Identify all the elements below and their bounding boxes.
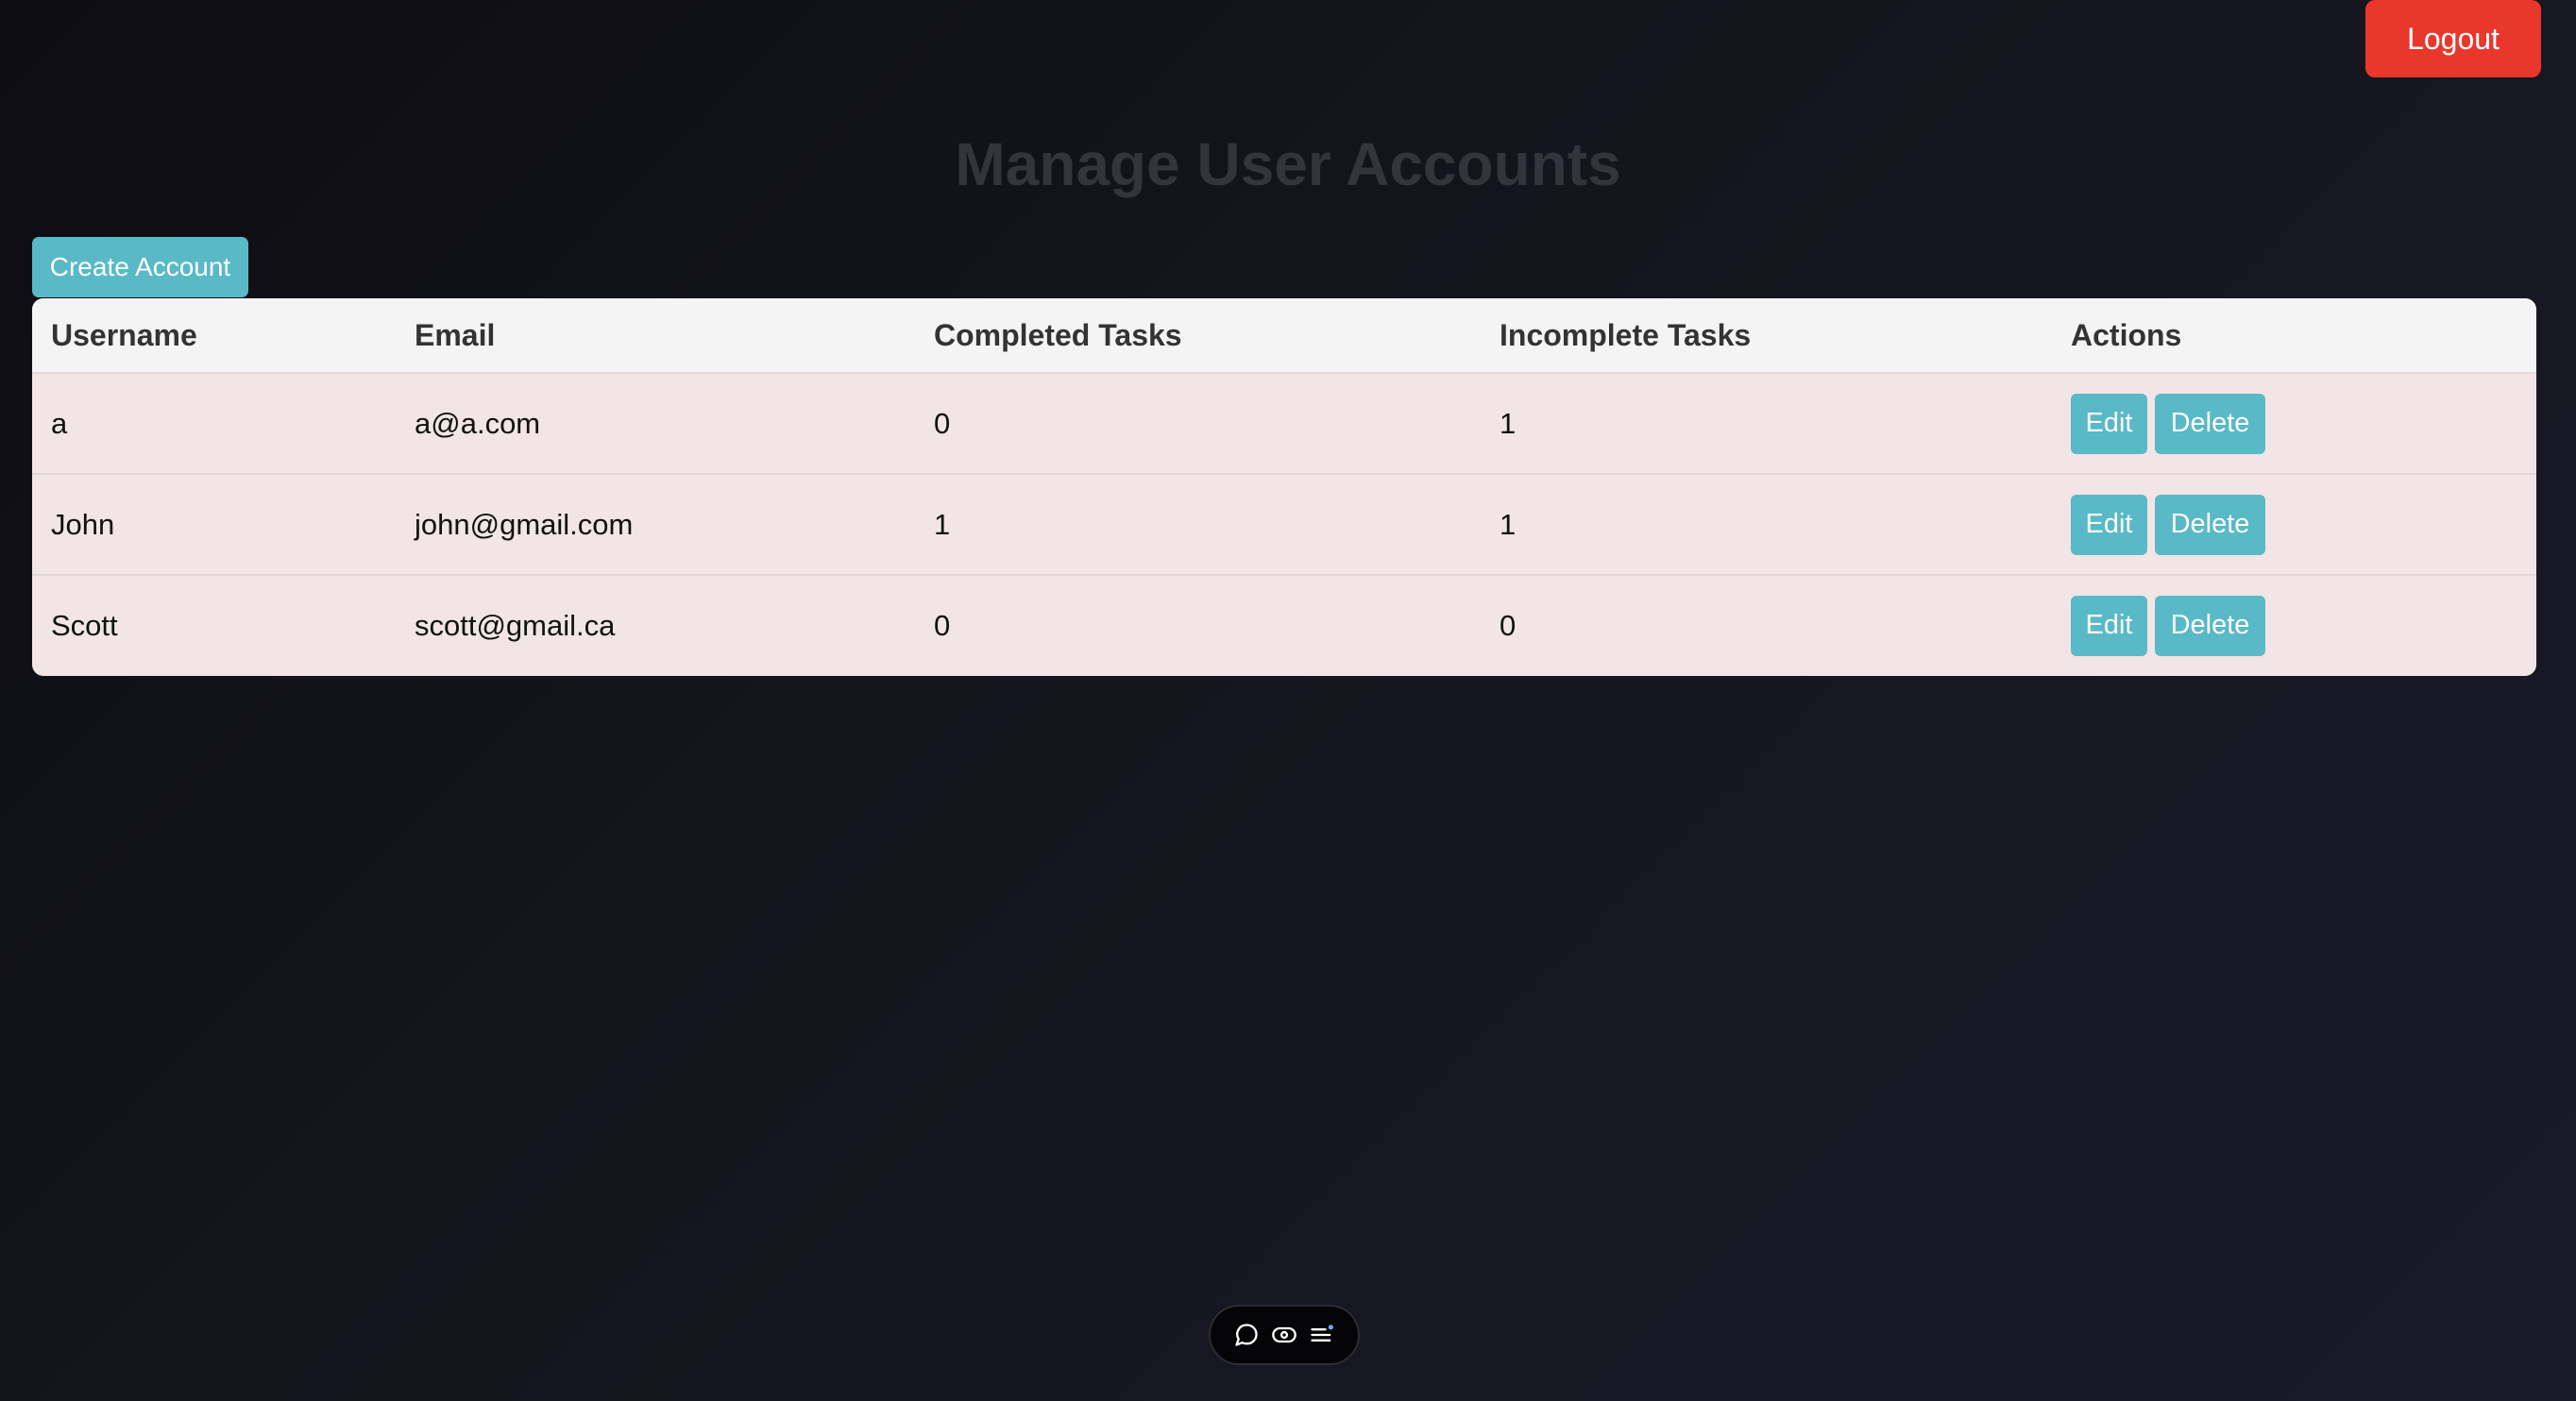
actions-cell: Edit Delete xyxy=(2052,474,2536,576)
delete-button[interactable]: Delete xyxy=(2155,494,2265,555)
delete-button[interactable]: Delete xyxy=(2155,595,2265,656)
completed-tasks-cell: 0 xyxy=(915,373,1481,475)
floating-toolbar xyxy=(1209,1305,1360,1365)
email-cell: scott@gmail.ca xyxy=(415,608,616,642)
chat-bubble-icon[interactable] xyxy=(1231,1320,1262,1350)
incomplete-tasks-cell: 1 xyxy=(1481,474,2052,576)
edit-button[interactable]: Edit xyxy=(2071,393,2147,454)
column-header-email: Email xyxy=(396,298,915,374)
accounts-table: Username Email Completed Tasks Incomplet… xyxy=(32,298,2536,675)
username-cell: a xyxy=(32,373,396,475)
completed-tasks-cell: 1 xyxy=(915,474,1481,576)
incomplete-tasks-cell: 0 xyxy=(1500,608,1517,642)
table-row: John john@gmail.com 1 1 Edit Delete xyxy=(32,474,2536,576)
email-cell: a@a.com xyxy=(396,373,915,475)
column-header-incomplete-tasks: Incomplete Tasks xyxy=(1481,298,2052,374)
username-cell: Scott xyxy=(51,608,118,642)
table-row: a a@a.com 0 1 Edit Delete xyxy=(32,373,2536,475)
column-header-completed-tasks: Completed Tasks xyxy=(915,298,1481,374)
column-header-actions: Actions xyxy=(2052,298,2536,374)
delete-button[interactable]: Delete xyxy=(2155,393,2265,454)
actions-cell: Edit Delete xyxy=(2052,373,2536,475)
eye-icon[interactable] xyxy=(1269,1320,1299,1350)
table-header-row: Username Email Completed Tasks Incomplet… xyxy=(32,298,2536,374)
create-account-button[interactable]: Create Account xyxy=(32,237,248,297)
user-accounts-table: Username Email Completed Tasks Incomplet… xyxy=(32,298,2536,676)
email-cell: john@gmail.com xyxy=(396,474,915,576)
completed-tasks-cell: 0 xyxy=(934,608,951,642)
edit-button[interactable]: Edit xyxy=(2071,595,2147,656)
page-title: Manage User Accounts xyxy=(955,130,1621,198)
column-header-username: Username xyxy=(32,298,396,374)
actions-cell: Edit Delete xyxy=(2052,575,2536,675)
logout-button[interactable]: Logout xyxy=(2365,0,2541,77)
username-cell: John xyxy=(32,474,396,576)
incomplete-tasks-cell: 1 xyxy=(1481,373,2052,475)
list-icon[interactable] xyxy=(1307,1320,1337,1350)
table-row: Scott scott@gmail.ca 0 0 Edit Delete xyxy=(32,575,2536,675)
edit-button[interactable]: Edit xyxy=(2071,494,2147,555)
